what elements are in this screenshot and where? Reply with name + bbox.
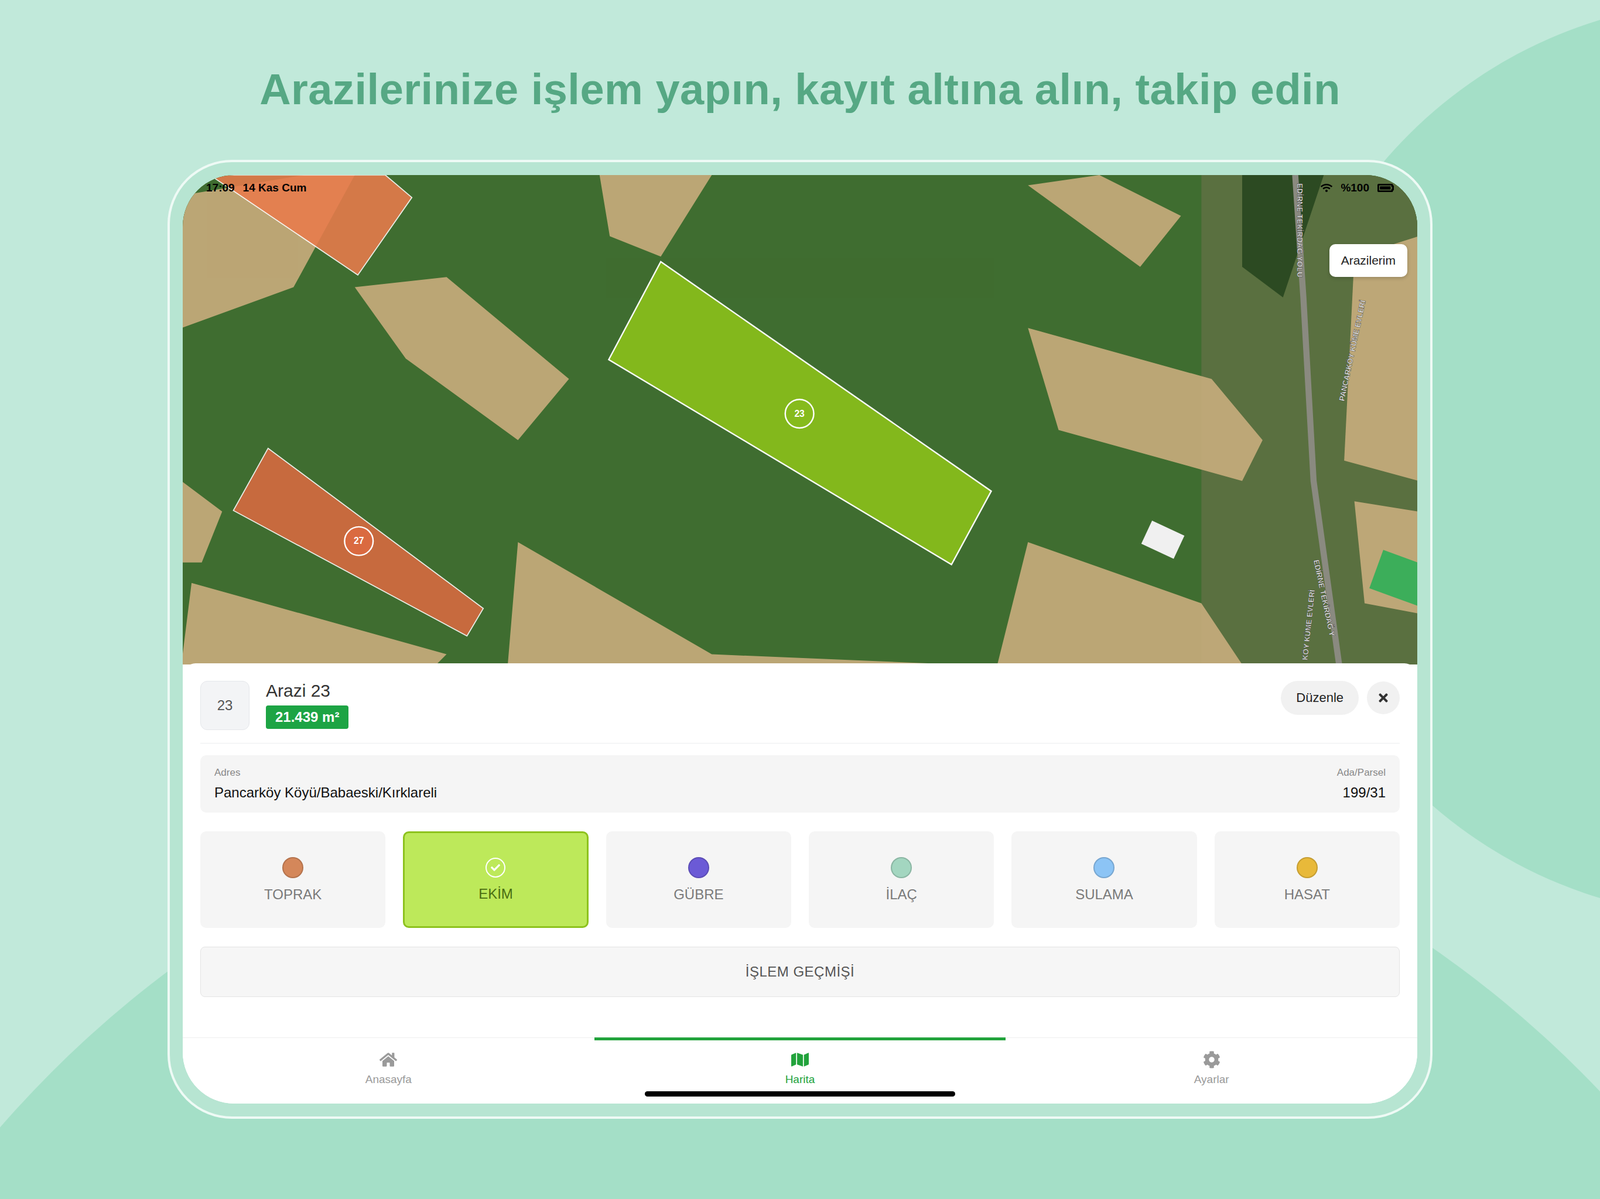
operation-dot (1296, 857, 1318, 879)
operation-label: SULAMA (1075, 886, 1134, 904)
plot-label: Ada/Parsel (1337, 767, 1386, 779)
wifi-icon (1320, 182, 1333, 194)
close-icon (1376, 691, 1390, 705)
home-icon (379, 1051, 398, 1069)
operation-label: HASAT (1284, 886, 1331, 904)
operation-dot (1093, 857, 1115, 879)
building (1141, 520, 1185, 559)
field-patch (1027, 327, 1263, 481)
headline: Arazilerinize işlem yapın, kayıt altına … (259, 63, 1341, 116)
svg-text:23: 23 (794, 408, 805, 419)
operation-card[interactable]: GÜBRE (606, 831, 792, 929)
road-label: KÖY KÜME EVLERİ (1300, 589, 1318, 662)
tab-label: Ayarlar (1194, 1073, 1230, 1087)
satellite-map[interactable]: EDİRNE TEKİRDAĞ YOLU PANCARKÖY KÜME EVLER… (182, 175, 1418, 665)
operation-dot (282, 857, 304, 879)
status-date: 14 Kas Cum (243, 181, 307, 195)
field-patch (997, 542, 1243, 665)
parcel-label[interactable]: 23 (785, 399, 815, 429)
sheet-header: 23 Arazi 23 21.439 m² Düzenle (200, 681, 1400, 744)
road-label: PANCARKÖY KÜME EVLERİ (1337, 299, 1367, 402)
operation-label: İLAÇ (885, 886, 917, 904)
parcel[interactable]: 27 (233, 448, 484, 637)
parcel[interactable] (209, 175, 412, 276)
operation-card[interactable]: TOPRAK (200, 831, 386, 929)
operation-card[interactable]: İLAÇ (808, 831, 994, 929)
edit-button[interactable]: Düzenle (1280, 681, 1359, 716)
operation-label: EKİM (478, 886, 514, 903)
history-button[interactable]: İŞLEM GEÇMİŞİ (200, 946, 1400, 998)
operation-card[interactable]: SULAMA (1011, 831, 1197, 929)
parcel-title: Arazi 23 (265, 681, 1265, 702)
address-label: Adres (214, 767, 241, 779)
plot-value: 199/31 (1342, 784, 1386, 802)
field-patch (182, 481, 222, 563)
area-badge: 21.439 m² (265, 705, 349, 730)
field-patch (507, 542, 957, 665)
page: Arazilerinize işlem yapın, kayıt altına … (0, 0, 1600, 1199)
parcel-number: 23 (200, 681, 250, 731)
building (1369, 549, 1418, 606)
my-fields-button[interactable]: Arazilerim (1329, 244, 1408, 278)
road-label: EDİRNE TEKİRDAĞ YOLU (1295, 183, 1305, 278)
field-patch (1027, 175, 1181, 268)
tree-patch (1242, 175, 1324, 298)
field-patch (354, 277, 570, 441)
tab[interactable]: Anasayfa (182, 1037, 595, 1104)
tab[interactable]: Ayarlar (1005, 1037, 1418, 1104)
operation-dot (688, 857, 710, 879)
address-value: Pancarköy Köyü/Babaeski/Kırklareli (214, 784, 437, 802)
battery-level: %100 (1340, 181, 1370, 195)
tablet-frame: EDİRNE TEKİRDAĞ YOLU PANCARKÖY KÜME EVLER… (167, 159, 1433, 1120)
operation-card[interactable]: HASAT (1214, 831, 1400, 929)
tab-bar: Anasayfa Harita Ayarlar (182, 1037, 1418, 1104)
parcel-label[interactable]: 27 (344, 527, 374, 556)
operation-card[interactable]: EKİM (402, 831, 588, 929)
operation-dot (890, 857, 912, 879)
map-icon (791, 1051, 809, 1069)
close-button[interactable] (1366, 681, 1400, 715)
check-icon (485, 857, 506, 878)
status-bar: 17:09 14 Kas Cum %100 (206, 179, 1394, 197)
operation-label: GÜBRE (673, 886, 724, 904)
operations-grid: TOPRAK EKİM GÜBRE İLAÇ SULAMA HASAT (200, 831, 1400, 929)
home-indicator (644, 1091, 956, 1097)
gear-icon (1202, 1051, 1221, 1069)
app-screen: EDİRNE TEKİRDAĞ YOLU PANCARKÖY KÜME EVLER… (182, 175, 1418, 1104)
battery-icon (1377, 179, 1394, 197)
svg-text:27: 27 (353, 535, 365, 546)
map[interactable]: EDİRNE TEKİRDAĞ YOLU PANCARKÖY KÜME EVLER… (182, 175, 1418, 665)
status-time: 17:09 (206, 181, 235, 195)
parcel[interactable]: 23 (608, 261, 991, 565)
operation-label: TOPRAK (264, 886, 322, 904)
parcel-sheet: 23 Arazi 23 21.439 m² Düzenle Adres Pancarköy… (182, 663, 1418, 1038)
tab-label: Harita (785, 1073, 816, 1087)
tab-label: Anasayfa (365, 1073, 412, 1087)
field-patch (599, 175, 713, 257)
address-card: Adres Pancarköy Köyü/Babaeski/Kırklareli A… (200, 755, 1400, 813)
